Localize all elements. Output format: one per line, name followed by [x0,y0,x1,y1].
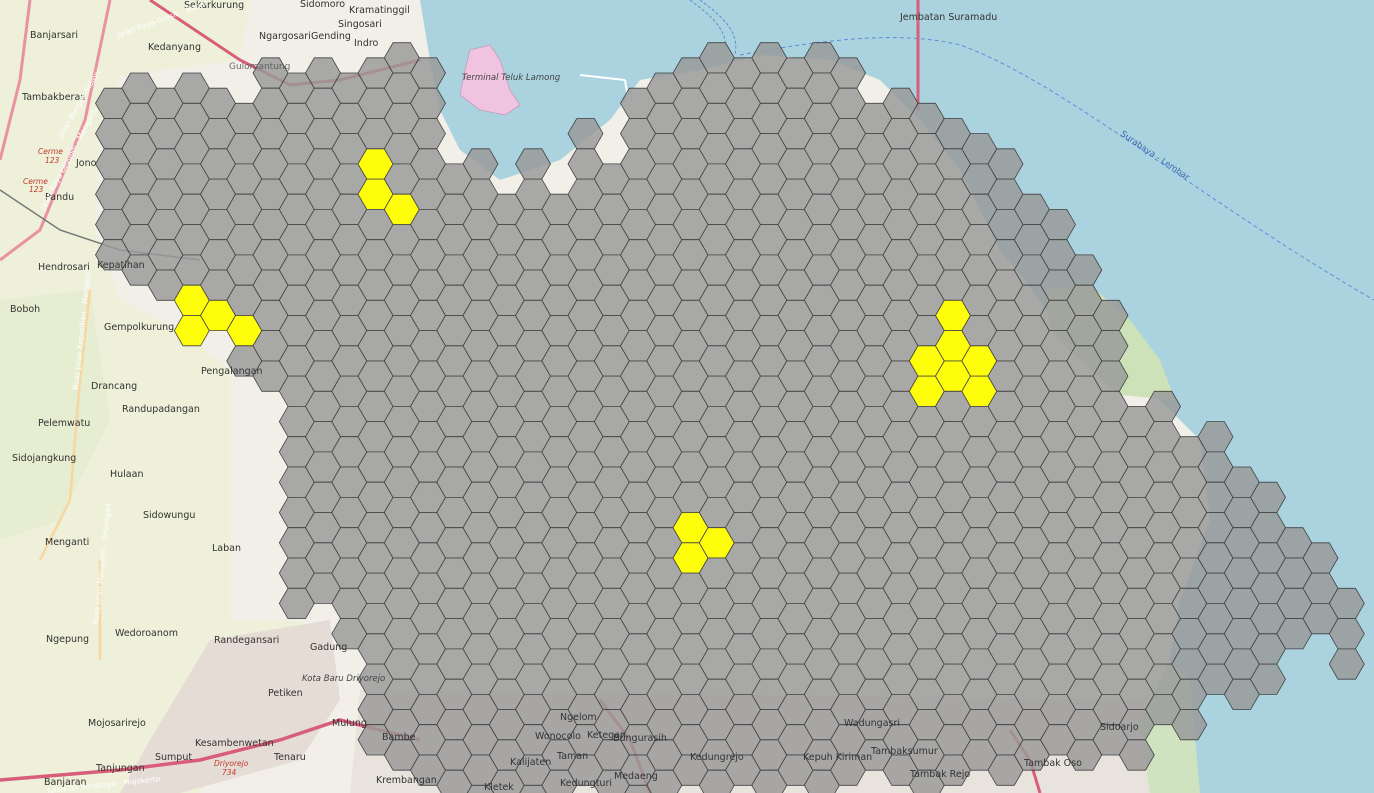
place-label: Tanjungan [95,763,145,774]
route-ref: Cerme [38,147,63,156]
place-label: Menganti [45,537,89,548]
place-label: Hulaan [110,469,143,480]
place-label: Kedungturi [560,778,612,789]
place-label: Kesambenwetan [195,738,274,749]
place-label: Kepuh Kiriman [803,752,872,763]
route-ref: Driyorejo [214,759,249,768]
place-label: Kota Baru Driyorejo [302,674,385,684]
place-label: Mojosarirejo [88,718,146,729]
place-label: Wedoroanom [115,628,178,639]
route-ref: 734 [222,768,237,777]
place-label: Gending [311,31,351,42]
place-label: Krembangan [376,775,437,786]
place-label: Sidojangkung [12,453,76,464]
place-label: Tambaksumur [870,746,938,757]
place-label: Petiken [268,688,303,699]
place-label: Gadung [310,642,347,653]
place-label: Sidomoro [300,0,345,10]
place-label: Singosari [338,19,382,30]
map-view[interactable]: Sekarkurung Sidomoro Kramatinggil Banjar… [0,0,1374,793]
place-label: Ngargosari [259,31,311,42]
place-label: Hendrosari [38,262,90,273]
place-label: Medaeng [614,771,658,782]
place-label: Tenaru [273,752,306,763]
place-label: Wadungasri [844,718,900,729]
place-label: Pelemwatu [38,418,90,429]
place-label: Sidoarjo [1100,722,1139,733]
place-label: Pengalangan [201,366,262,377]
place-label: Jembatan Suramadu [899,12,997,23]
place-label: Kramatinggil [349,5,410,16]
place-label: Banjarsari [30,30,78,41]
route-ref: 123 [29,185,44,194]
place-label: Kedungrejo [690,752,744,763]
place-label: Kedanyang [148,42,201,53]
place-label: Taman [556,751,588,762]
place-label: Kalijaten [510,757,551,768]
place-label: Bambe [382,732,416,743]
place-label: Tambak Oso [1023,758,1082,769]
place-label: Gulomantung [229,62,290,72]
basemap: Sekarkurung Sidomoro Kramatinggil Banjar… [0,0,1374,793]
place-label: Ngelom [560,712,597,723]
place-label: Kletek [484,782,514,793]
place-label: Randupadangan [122,404,200,415]
place-label: Boboh [10,304,40,315]
place-label: Tambak Rejo [909,769,970,780]
place-label: Jono [75,158,97,169]
route-ref: 123 [45,156,60,165]
place-label: Ngepung [46,634,89,645]
place-label: Indro [354,38,379,49]
place-label: Wonocolo [535,731,581,742]
place-label: Drancang [91,381,137,392]
place-label: Laban [212,543,241,554]
place-label: Sumput [155,752,192,763]
place-label: Sidowungu [143,510,195,521]
place-label: Kepatihan [97,260,145,271]
place-label: Mulung [332,718,367,729]
port-label: Terminal Teluk Lamong [462,73,561,83]
place-label: Bungurasih [613,733,667,744]
place-label: Gempolkurung [104,322,174,333]
place-label: Randegansari [214,635,279,646]
